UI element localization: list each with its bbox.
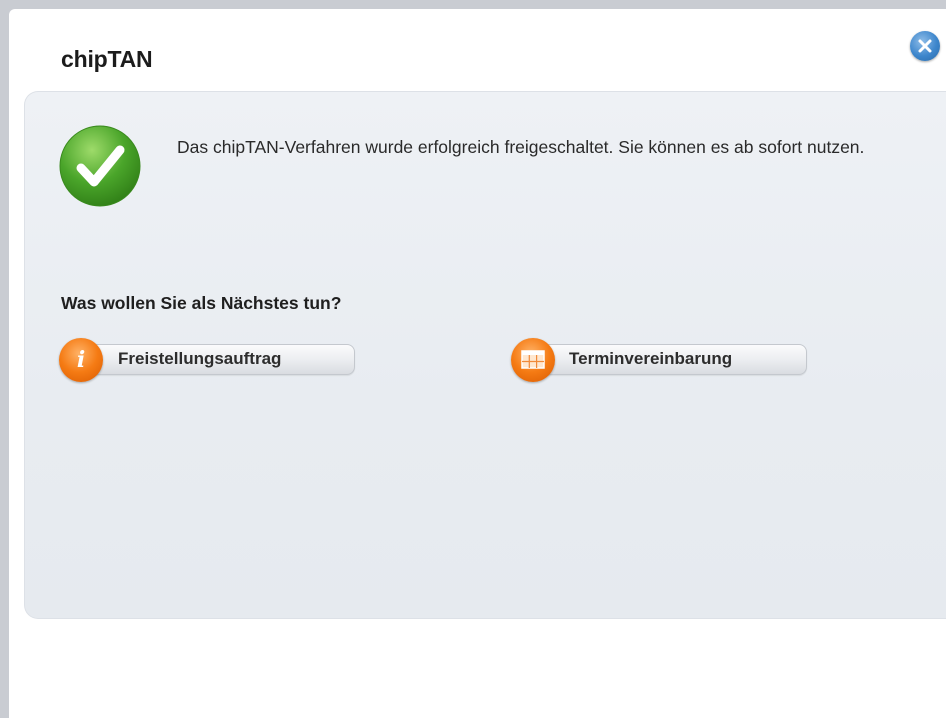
success-message: Das chipTAN-Verfahren wurde erfolgreich … [177,137,865,157]
next-steps-heading: Was wollen Sie als Nächstes tun? [61,293,342,313]
close-icon [918,39,932,53]
checkmark-icon [59,125,141,207]
button-label: Terminvereinbarung [569,349,733,368]
info-icon: i [59,338,103,382]
button-label: Freistellungsauftrag [118,349,282,368]
close-button[interactable] [910,31,940,61]
dialog-title: chipTAN [61,46,153,72]
freistellungsauftrag-button[interactable]: Freistellungsauftrag i [59,338,359,382]
calendar-icon [511,338,555,382]
terminvereinbarung-button[interactable]: Terminvereinbarung [511,338,811,382]
